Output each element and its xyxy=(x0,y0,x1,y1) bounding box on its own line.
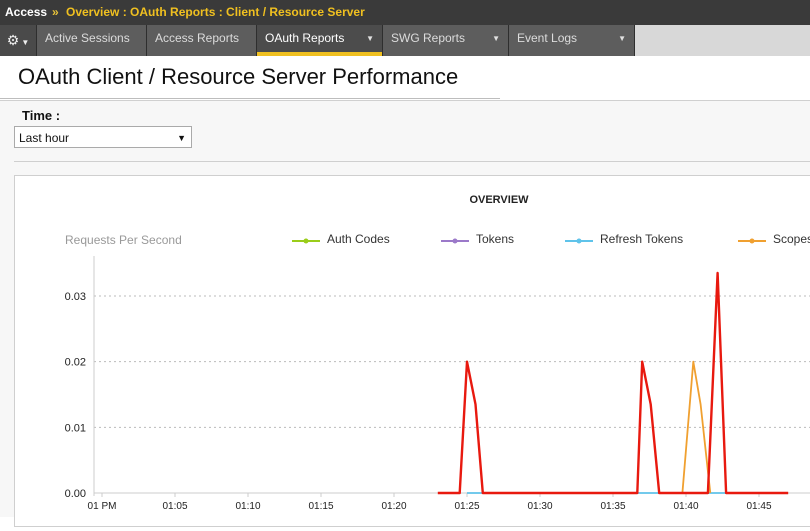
x-tick-label: 01:15 xyxy=(308,501,333,512)
report-content: Time : Last hour ▼ OVERVIEW Requests Per… xyxy=(0,101,810,527)
time-range-value: Last hour xyxy=(19,131,70,145)
title-divider xyxy=(0,98,500,99)
section-divider xyxy=(14,161,810,162)
legend-marker xyxy=(749,238,755,244)
y-axis-ticks: 0.03 0.02 0.01 0.00 xyxy=(65,291,86,500)
breadcrumb-root[interactable]: Access xyxy=(5,0,47,25)
overview-chart: OVERVIEW Requests Per Second Auth Codes T… xyxy=(65,194,810,512)
y-tick-label: 0.02 xyxy=(65,357,86,369)
y-axis-label: Requests Per Second xyxy=(65,233,182,247)
x-tick-label: 01:35 xyxy=(600,501,625,512)
chevron-down-icon: ▼ xyxy=(177,133,186,143)
x-tick-label: 01:45 xyxy=(746,501,771,512)
x-tick-label: 01:30 xyxy=(527,501,552,512)
chevron-down-icon: ▼ xyxy=(618,34,626,43)
breadcrumb: Access » Overview : OAuth Reports : Clie… xyxy=(0,0,810,25)
chart-grid xyxy=(94,295,810,428)
tab-active-sessions[interactable]: Active Sessions xyxy=(37,25,147,56)
page-title: OAuth Client / Resource Server Performan… xyxy=(18,64,459,89)
chevron-down-icon: ▼ xyxy=(492,34,500,43)
x-tick-label: 01 PM xyxy=(88,501,117,512)
legend-marker xyxy=(303,238,309,244)
x-tick-label: 01:10 xyxy=(235,501,260,512)
x-tick-label: 01:05 xyxy=(162,501,187,512)
nav-tabs: ⚙ ▼ Active Sessions Access Reports OAuth … xyxy=(0,25,635,56)
gear-icon: ⚙ xyxy=(6,32,20,48)
legend-marker xyxy=(452,238,458,244)
time-range-select[interactable]: Last hour ▼ xyxy=(14,126,192,148)
tab-oauth-reports[interactable]: OAuth Reports ▼ xyxy=(257,25,383,56)
legend-label: Scopes xyxy=(773,232,810,246)
tab-access-reports[interactable]: Access Reports xyxy=(147,25,257,56)
settings-menu-button[interactable]: ⚙ ▼ xyxy=(0,25,37,56)
time-label: Time : xyxy=(22,108,61,123)
tab-label: OAuth Reports xyxy=(265,31,345,45)
legend-marker xyxy=(576,238,582,244)
legend-label: Tokens xyxy=(476,232,514,246)
y-tick-label: 0.03 xyxy=(65,291,86,303)
chevron-down-icon: ▼ xyxy=(366,34,374,43)
chart-title: OVERVIEW xyxy=(469,194,529,206)
tab-label: SWG Reports xyxy=(391,31,466,45)
page-header: OAuth Client / Resource Server Performan… xyxy=(0,56,810,101)
tab-swg-reports[interactable]: SWG Reports ▼ xyxy=(383,25,509,56)
breadcrumb-separator: » xyxy=(52,5,59,19)
overview-chart-panel: OVERVIEW Requests Per Second Auth Codes T… xyxy=(14,175,810,527)
tab-label: Active Sessions xyxy=(45,31,130,45)
y-tick-label: 0.00 xyxy=(65,488,86,500)
x-tick-label: 01:40 xyxy=(673,501,698,512)
legend-label: Auth Codes xyxy=(327,232,390,246)
x-tick-label: 01:25 xyxy=(454,501,479,512)
series-line xyxy=(437,271,789,495)
chart-series xyxy=(437,271,789,495)
tab-label: Event Logs xyxy=(517,31,578,45)
breadcrumb-path: Overview : OAuth Reports : Client / Reso… xyxy=(66,5,365,19)
tab-event-logs[interactable]: Event Logs ▼ xyxy=(509,25,635,56)
x-axis-ticks: 01 PM 01:05 01:10 01:15 01:20 01:25 01:30 01:35… xyxy=(88,493,772,512)
x-tick-label: 01:20 xyxy=(381,501,406,512)
chart-legend: Auth Codes Tokens Refresh Tokens Scopes xyxy=(292,232,810,246)
chevron-down-icon: ▼ xyxy=(21,38,30,47)
series-line xyxy=(681,360,712,494)
tab-label: Access Reports xyxy=(155,31,240,45)
y-tick-label: 0.01 xyxy=(65,422,86,434)
legend-label: Refresh Tokens xyxy=(600,232,683,246)
main-nav: ⚙ ▼ Active Sessions Access Reports OAuth … xyxy=(0,25,810,56)
